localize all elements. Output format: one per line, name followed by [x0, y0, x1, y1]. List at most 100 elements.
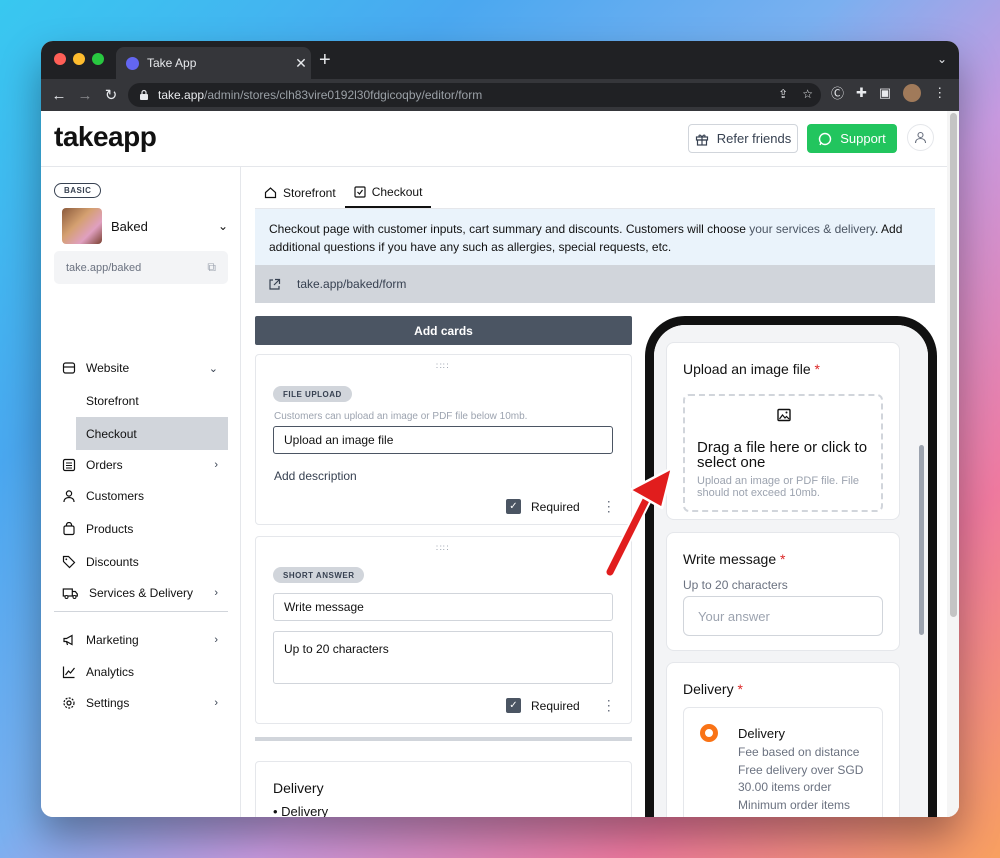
delivery-radio[interactable] — [700, 724, 718, 742]
question-title-input[interactable]: Write message — [273, 593, 613, 621]
question-title-input[interactable]: Upload an image file — [273, 426, 613, 454]
extensions-puzzle-icon[interactable]: ✚ — [856, 85, 867, 101]
tag-icon — [62, 555, 76, 569]
checkbox-square-icon — [354, 185, 366, 198]
section-divider — [255, 737, 632, 741]
sidebar-item-settings[interactable]: Settings › — [62, 688, 228, 718]
required-checkbox[interactable]: ✓ — [506, 499, 521, 514]
refer-friends-button[interactable]: Refer friends — [688, 124, 798, 153]
page-scrollbar[interactable] — [947, 111, 959, 817]
required-label: Required — [531, 499, 580, 514]
drag-handle-icon[interactable]: ∷∷ — [436, 361, 449, 372]
takeapp-logo[interactable]: takeapp — [54, 121, 157, 153]
tab-title: Take App — [147, 56, 197, 70]
sidebar-item-checkout[interactable]: Checkout — [76, 417, 228, 450]
address-bar[interactable]: take.app/admin/stores/clh83vire0192l30fd… — [128, 83, 821, 107]
maximize-window-button[interactable] — [92, 53, 104, 65]
tab-storefront[interactable]: Storefront — [255, 177, 345, 208]
truck-icon — [62, 588, 78, 599]
preview-upload-title-text: Upload an image file — [683, 361, 811, 377]
sidepanel-icon[interactable]: ▣ — [879, 85, 891, 101]
browser-menu-icon[interactable]: ⋮ — [933, 85, 946, 101]
sidebar: BASIC Baked ⌄ take.app/baked ⧉ Website ⌄… — [41, 167, 241, 817]
preview-message-card: Write message * Up to 20 characters Your… — [666, 532, 900, 651]
phone-scrollbar[interactable] — [919, 445, 924, 635]
required-checkbox[interactable]: ✓ — [506, 698, 521, 713]
lock-icon — [140, 89, 148, 100]
external-link-icon[interactable]: ⧉ — [207, 260, 216, 275]
tab-search-chevron-icon[interactable]: ⌄ — [937, 52, 947, 66]
chevron-right-icon: › — [214, 697, 218, 709]
question-description-input[interactable]: Up to 20 characters — [273, 631, 613, 684]
user-account-button[interactable] — [907, 124, 934, 151]
share-icon[interactable]: ⇪ — [778, 87, 788, 101]
required-toggle[interactable]: ✓ Required ⋮ — [506, 697, 616, 714]
store-link[interactable]: take.app/baked ⧉ — [54, 251, 228, 284]
chevron-down-icon: ⌄ — [217, 219, 228, 233]
card-hint: Customers can upload an image or PDF fil… — [274, 411, 528, 422]
chevron-down-icon: ⌄ — [208, 362, 218, 375]
sidebar-item-label: Storefront — [86, 393, 139, 408]
close-window-button[interactable] — [54, 53, 66, 65]
favicon-icon — [126, 56, 139, 70]
preview-delivery-title-text: Delivery — [683, 681, 734, 697]
checkout-info-box: Checkout page with customer inputs, cart… — [255, 209, 935, 265]
sidebar-item-label: Settings — [86, 696, 130, 710]
support-button[interactable]: Support — [807, 124, 897, 153]
forward-arrow-icon[interactable]: → — [72, 87, 98, 104]
reload-icon[interactable]: ↻ — [98, 86, 124, 104]
drag-handle-icon[interactable]: ∷∷ — [436, 543, 449, 554]
required-asterisk: * — [780, 551, 786, 567]
delivery-option[interactable]: Delivery Fee based on distance Free deli… — [683, 707, 883, 817]
add-description-link[interactable]: Add description — [274, 469, 357, 483]
more-options-icon[interactable]: ⋮ — [602, 697, 616, 714]
home-icon — [264, 187, 277, 199]
sidebar-item-label: Services & Delivery — [89, 586, 194, 600]
sidebar-item-services-delivery[interactable]: Services & Delivery › — [62, 578, 228, 608]
file-dropzone[interactable]: Drag a file here or click to select one … — [683, 394, 883, 512]
url-path: /admin/stores/clh83vire0192l30fdgicoqby/… — [204, 88, 483, 102]
bookmark-star-icon[interactable]: ☆ — [802, 87, 813, 101]
sidebar-item-products[interactable]: Products — [62, 514, 228, 544]
sidebar-item-customers[interactable]: Customers — [62, 481, 228, 511]
minimize-window-button[interactable] — [73, 53, 85, 65]
services-delivery-link[interactable]: your services & delivery — [749, 222, 875, 236]
products-bag-icon — [63, 522, 75, 536]
answer-input[interactable]: Your answer — [683, 596, 883, 636]
form-url-bar[interactable]: take.app/baked/form — [255, 265, 935, 303]
sidebar-item-discounts[interactable]: Discounts — [62, 547, 228, 577]
browser-tabbar: Take App ✕ + ⌄ — [41, 41, 959, 79]
info-text: Checkout page with customer inputs, cart… — [269, 222, 750, 236]
card-type-badge: SHORT ANSWER — [273, 567, 365, 583]
sidebar-item-analytics[interactable]: Analytics — [62, 657, 228, 687]
required-asterisk: * — [737, 681, 743, 697]
delivery-option-label: Delivery — [738, 726, 785, 741]
sidebar-item-label: Website — [86, 361, 130, 375]
browser-tab[interactable]: Take App ✕ — [116, 47, 311, 79]
preview-upload-title: Upload an image file * — [683, 361, 820, 377]
add-cards-button[interactable]: Add cards — [255, 316, 632, 345]
short-answer-card: ∷∷ SHORT ANSWER Write message Up to 20 c… — [255, 536, 632, 724]
page-scrollbar-thumb[interactable] — [950, 113, 957, 617]
store-switcher[interactable]: Baked ⌄ — [62, 208, 228, 244]
extension-c-icon[interactable]: Ⓒ — [831, 83, 844, 102]
card-type-badge: FILE UPLOAD — [273, 386, 352, 402]
sidebar-item-label: Marketing — [86, 633, 139, 647]
back-arrow-icon[interactable]: ← — [46, 87, 72, 104]
sidebar-item-label: Products — [86, 522, 134, 536]
analytics-chart-icon — [62, 666, 75, 679]
new-tab-icon[interactable]: + — [319, 49, 331, 72]
main-content: Storefront Checkout Checkout page with c… — [255, 167, 937, 817]
close-tab-icon[interactable]: ✕ — [291, 55, 311, 72]
tab-label: Checkout — [371, 184, 423, 199]
sidebar-item-storefront[interactable]: Storefront — [76, 384, 228, 417]
dropzone-title: Drag a file here or click to select one — [697, 439, 868, 471]
profile-avatar[interactable] — [903, 83, 922, 102]
delivery-card: Delivery • Delivery — [255, 761, 632, 817]
sidebar-item-marketing[interactable]: Marketing › — [62, 625, 228, 655]
tab-checkout[interactable]: Checkout — [344, 177, 432, 208]
sidebar-item-website[interactable]: Website ⌄ — [62, 353, 228, 383]
editor-tabs: Storefront Checkout — [255, 177, 935, 209]
required-asterisk: * — [814, 361, 820, 377]
sidebar-item-orders[interactable]: Orders › — [62, 450, 228, 480]
